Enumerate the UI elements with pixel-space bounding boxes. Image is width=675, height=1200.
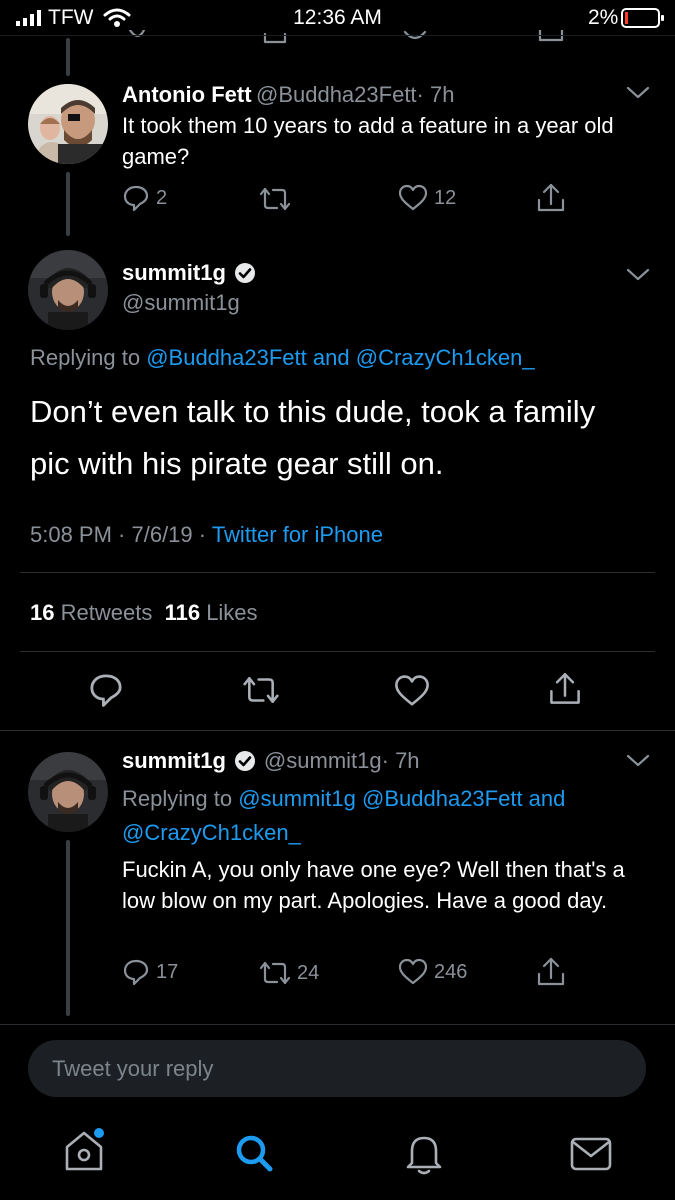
search-icon	[236, 1135, 273, 1172]
share-button[interactable]	[536, 956, 566, 988]
mention-link[interactable]: @Buddha23Fett	[146, 345, 307, 370]
reply-icon	[123, 185, 149, 212]
battery-percent: 2%	[588, 6, 619, 29]
home-icon	[65, 1128, 104, 1171]
reply-placeholder: Tweet your reply	[52, 1056, 214, 1081]
retweet-button[interactable]	[257, 186, 293, 212]
heart-icon	[398, 184, 428, 211]
reply-count: 17	[156, 960, 179, 983]
chevron-down-icon[interactable]	[626, 86, 650, 100]
retweet-icon	[243, 677, 279, 703]
reply-count: 2	[156, 186, 168, 209]
tweet-age: · 7h	[381, 748, 420, 773]
heart-icon	[398, 958, 428, 985]
display-name[interactable]: summit1g	[122, 748, 226, 774]
share-button[interactable]	[536, 182, 566, 214]
replying-to: Replying to @Buddha23Fett and @CrazyCh1c…	[30, 345, 535, 371]
retweet-button[interactable]	[240, 674, 282, 706]
thread-line	[66, 38, 70, 76]
avatar[interactable]	[28, 84, 108, 164]
engagement-stats: 16 Retweets 116 Likes	[30, 600, 258, 626]
tweet-header: summit1g @summit1g· 7h	[122, 748, 420, 774]
retweet-icon	[259, 961, 291, 985]
reply-icon	[90, 674, 122, 707]
share-icon	[537, 183, 565, 212]
handle[interactable]: @summit1g	[122, 290, 240, 316]
share-icon	[537, 957, 565, 986]
reply-button[interactable]: 2	[122, 184, 167, 212]
like-button[interactable]	[394, 674, 430, 708]
reply-button[interactable]: 17	[122, 958, 178, 986]
replying-to-label: Replying to	[122, 786, 233, 811]
retweet-total: 16	[30, 600, 55, 625]
battery-icon	[621, 8, 665, 28]
handle[interactable]: @Buddha23Fett	[256, 82, 417, 107]
reply-composer-bar: Tweet your reply	[0, 1025, 675, 1200]
heart-icon	[395, 675, 429, 706]
likes-stat[interactable]: 116 Likes	[165, 600, 258, 625]
share-button[interactable]	[548, 670, 582, 708]
previous-tweet-actions	[120, 30, 580, 46]
like-count: 246	[434, 960, 468, 983]
like-total: 116	[164, 600, 201, 625]
retweet-count: 24	[297, 961, 320, 984]
like-button[interactable]: 12	[398, 184, 456, 212]
retweet-button[interactable]: 24	[257, 960, 319, 986]
tweet-meta: 5:08 PM · 7/6/19 · Twitter for iPhone	[30, 522, 383, 548]
tweet-text: Don’t even talk to this dude, took a fam…	[30, 394, 596, 481]
verified-badge-icon	[234, 751, 255, 771]
tab-search[interactable]	[234, 1133, 274, 1173]
tweet-age: · 7h	[416, 82, 455, 107]
like-button[interactable]: 246	[398, 958, 467, 986]
divider	[0, 730, 675, 731]
verified-badge-icon	[234, 263, 255, 283]
reply-button[interactable]	[88, 672, 124, 708]
divider	[0, 35, 675, 36]
divider	[20, 572, 655, 573]
chevron-down-icon[interactable]	[626, 268, 650, 282]
share-icon	[550, 673, 580, 704]
display-name[interactable]: summit1g	[122, 260, 226, 286]
thread-line	[66, 840, 70, 1016]
avatar[interactable]	[28, 250, 108, 330]
tab-home[interactable]	[62, 1127, 106, 1173]
replying-and: and	[312, 345, 350, 370]
mention-link[interactable]: @CrazyCh1cken_	[356, 345, 535, 370]
retweets-label: Retweets	[60, 600, 153, 625]
tab-messages[interactable]	[570, 1137, 612, 1171]
replying-to: Replying to @summit1g @Buddha23Fett and …	[122, 782, 642, 850]
tab-notifications[interactable]	[404, 1131, 444, 1175]
avatar[interactable]	[28, 752, 108, 832]
retweets-stat[interactable]: 16 Retweets	[30, 600, 152, 625]
reply-icon	[123, 959, 149, 986]
tweet-source[interactable]: Twitter for iPhone	[212, 522, 383, 547]
display-name[interactable]: Antonio Fett	[122, 82, 252, 107]
handle[interactable]: @summit1g	[264, 748, 382, 773]
tweet-author: summit1g	[122, 260, 256, 286]
tweet-header: Antonio Fett @Buddha23Fett· 7h	[122, 82, 454, 108]
tweet-text: It took them 10 years to add a feature i…	[122, 113, 614, 169]
replying-to-label: Replying to	[30, 345, 141, 370]
chevron-down-icon[interactable]	[626, 754, 650, 768]
clock: 12:36 AM	[293, 6, 382, 29]
messages-icon	[570, 1137, 612, 1171]
tweet-text: Fuckin A, you only have one eye? Well th…	[122, 857, 625, 913]
like-count: 12	[434, 186, 457, 209]
retweet-icon	[259, 187, 291, 211]
divider	[20, 651, 655, 652]
timestamp: 5:08 PM · 7/6/19 ·	[30, 522, 207, 547]
likes-label: Likes	[206, 600, 258, 625]
thread-line	[66, 172, 70, 236]
reply-input[interactable]: Tweet your reply	[28, 1040, 646, 1097]
notifications-icon	[406, 1136, 442, 1175]
